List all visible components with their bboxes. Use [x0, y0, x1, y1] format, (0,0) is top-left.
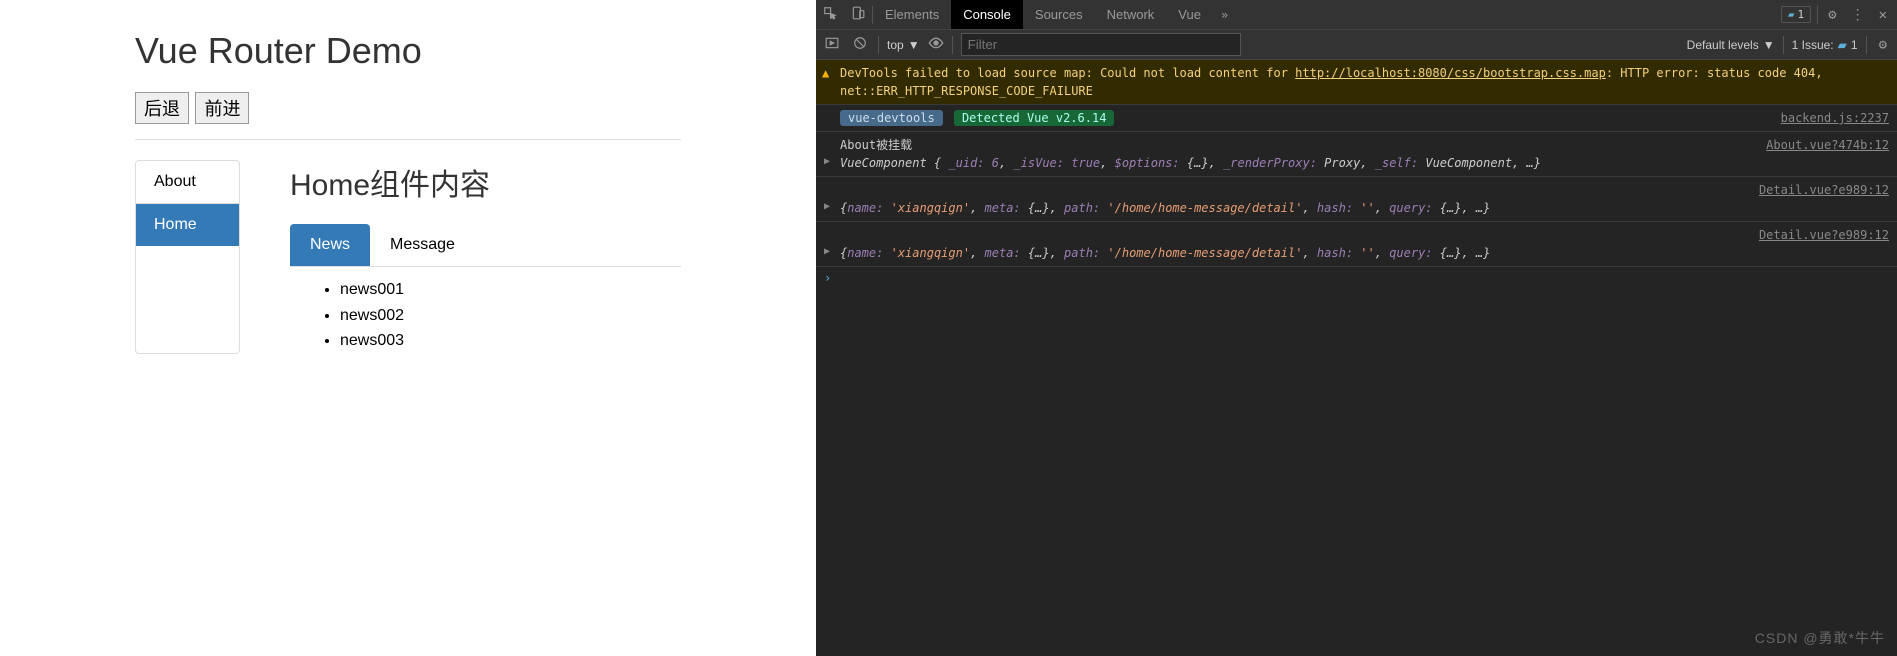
devtools-tag: vue-devtools [840, 110, 943, 126]
tab-vue[interactable]: Vue [1166, 0, 1213, 29]
warn-url[interactable]: http://localhost:8080/css/bootstrap.css.… [1295, 66, 1606, 80]
close-icon[interactable]: ✕ [1875, 7, 1891, 23]
eye-icon[interactable] [928, 35, 944, 54]
tabs: News Message [290, 224, 681, 267]
console-prompt[interactable]: › [816, 267, 1897, 289]
expand-icon[interactable]: ▶ [824, 244, 830, 259]
tab-label: News [310, 236, 350, 253]
console-log: Detail.vue?e989:12 ▶ {name: 'xiangqign',… [816, 177, 1897, 222]
source-link[interactable]: Detail.vue?e989:12 [1759, 181, 1889, 199]
chevron-down-icon: ▼ [908, 38, 920, 52]
console-log: backend.js:2237 vue-devtools Detected Vu… [816, 105, 1897, 132]
more-tabs-icon[interactable]: » [1213, 8, 1236, 22]
devtools-right-icons: ▰ 1 ⚙ ⋮ ✕ [1781, 6, 1897, 24]
log-text: About被挂载 [840, 138, 912, 152]
object-preview[interactable]: {name: 'xiangqign', meta: {…}, path: '/h… [840, 201, 1490, 215]
detected-badge: Detected Vue v2.6.14 [954, 110, 1115, 126]
sidebar-item-label: About [154, 173, 196, 190]
gear-icon[interactable]: ⚙ [1824, 7, 1840, 23]
issue-label: 1 Issue: [1792, 38, 1834, 52]
warn-text: net::ERR_HTTP_RESPONSE_CODE_FAILURE [840, 84, 1093, 98]
tab-news[interactable]: News [290, 224, 370, 266]
divider [1866, 36, 1867, 54]
play-icon[interactable] [822, 36, 842, 53]
tab-console[interactable]: Console [951, 0, 1023, 29]
object-preview[interactable]: {name: 'xiangqign', meta: {…}, path: '/h… [840, 246, 1490, 260]
app-panel: Vue Router Demo 后退 前进 About Home Home组件内… [0, 0, 816, 656]
object-preview[interactable]: VueComponent { _uid: 6, _isVue: true, $o… [840, 156, 1541, 170]
message-icon: ▰ [1838, 38, 1847, 52]
forward-button[interactable]: 前进 [195, 92, 249, 124]
gear-icon[interactable]: ⚙ [1875, 37, 1891, 53]
watermark: CSDN @勇敢*牛牛 [1755, 628, 1885, 648]
source-link[interactable]: Detail.vue?e989:12 [1759, 226, 1889, 244]
tab-network[interactable]: Network [1095, 0, 1167, 29]
list-item[interactable]: news003 [340, 328, 681, 354]
devtools-tabs: Elements Console Sources Network Vue » ▰… [816, 0, 1897, 30]
chevron-down-icon: ▼ [1763, 38, 1775, 52]
content-area: Home组件内容 News Message news001 news002 ne… [290, 160, 681, 354]
message-badge[interactable]: ▰ 1 [1781, 6, 1811, 23]
console-log: About.vue?474b:12 About被挂载 ▶ VueComponen… [816, 132, 1897, 177]
console-output: ▲ DevTools failed to load source map: Co… [816, 60, 1897, 656]
badge-count: 1 [1798, 8, 1805, 21]
main-area: About Home Home组件内容 News Message news001… [135, 160, 681, 354]
console-log: Detail.vue?e989:12 ▶ {name: 'xiangqign',… [816, 222, 1897, 267]
issues-button[interactable]: 1 Issue: ▰ 1 [1792, 38, 1858, 52]
divider [878, 36, 879, 54]
devtools-panel: Elements Console Sources Network Vue » ▰… [816, 0, 1897, 656]
issue-count: 1 [1851, 38, 1858, 52]
filter-input[interactable] [961, 33, 1241, 56]
tab-elements[interactable]: Elements [873, 0, 951, 29]
divider [952, 36, 953, 54]
page-title: Vue Router Demo [135, 30, 681, 72]
tab-label: Message [390, 236, 455, 253]
inspect-icon[interactable] [816, 6, 844, 24]
tab-message[interactable]: Message [370, 224, 475, 266]
expand-icon[interactable]: ▶ [824, 199, 830, 214]
context-label: top [887, 38, 904, 52]
clear-icon[interactable] [850, 36, 870, 53]
sidebar-item-label: Home [154, 216, 197, 233]
console-warning: ▲ DevTools failed to load source map: Co… [816, 60, 1897, 105]
message-icon: ▰ [1788, 8, 1795, 21]
warn-text: : HTTP error: status code 404, [1606, 66, 1823, 80]
content-heading: Home组件内容 [290, 160, 681, 204]
console-toolbar: top ▼ Default levels ▼ 1 Issue: ▰ 1 ⚙ [816, 30, 1897, 60]
divider [135, 139, 681, 140]
divider [1817, 6, 1818, 24]
levels-label: Default levels [1687, 38, 1759, 52]
tab-sources[interactable]: Sources [1023, 0, 1095, 29]
levels-selector[interactable]: Default levels ▼ [1687, 38, 1775, 52]
side-nav: About Home [135, 160, 240, 354]
back-button[interactable]: 后退 [135, 92, 189, 124]
list-item[interactable]: news002 [340, 303, 681, 329]
warn-text: DevTools failed to load source map: Coul… [840, 66, 1295, 80]
sidebar-item-home[interactable]: Home [136, 204, 239, 246]
news-list: news001 news002 news003 [290, 277, 681, 354]
device-icon[interactable] [844, 6, 872, 24]
source-link[interactable]: backend.js:2237 [1781, 109, 1889, 127]
more-icon[interactable]: ⋮ [1847, 7, 1869, 23]
context-selector[interactable]: top ▼ [887, 38, 920, 52]
list-item[interactable]: news001 [340, 277, 681, 303]
warning-icon: ▲ [822, 64, 829, 82]
expand-icon[interactable]: ▶ [824, 154, 830, 169]
source-link[interactable]: About.vue?474b:12 [1766, 136, 1889, 154]
sidebar-item-about[interactable]: About [136, 161, 239, 204]
nav-buttons: 后退 前进 [135, 92, 681, 124]
divider [1783, 36, 1784, 54]
